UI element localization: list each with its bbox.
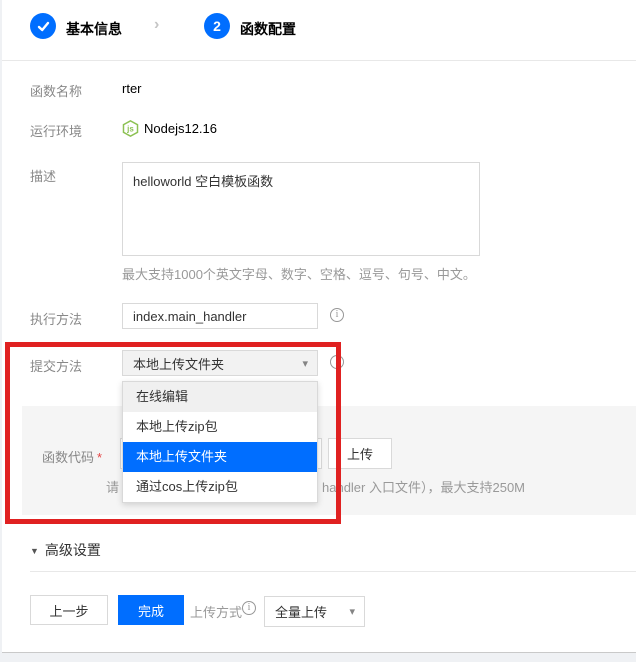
- submit-method-selected-value: 本地上传文件夹: [133, 354, 224, 373]
- advanced-settings-toggle[interactable]: ▼ 高级设置: [30, 540, 101, 560]
- runtime-value: Nodejs12.16: [144, 121, 217, 136]
- description-label: 描述: [30, 166, 56, 185]
- function-name-value: rter: [122, 81, 142, 96]
- dropdown-option-online-edit[interactable]: 在线编辑: [123, 382, 317, 412]
- submit-method-dropdown-menu: 在线编辑 本地上传zip包 本地上传文件夹 通过cos上传zip包: [122, 381, 318, 503]
- advanced-settings-label: 高级设置: [45, 542, 101, 558]
- dropdown-option-local-folder[interactable]: 本地上传文件夹: [123, 442, 317, 472]
- check-icon: [37, 20, 50, 33]
- upload-mode-select[interactable]: 全量上传 ▾: [264, 596, 365, 627]
- description-hint: 最大支持1000个英文字母、数字、空格、逗号、句号、中文。: [122, 264, 476, 283]
- nodejs-icon: js: [122, 120, 139, 137]
- footer-divider: [30, 571, 636, 572]
- upload-mode-selected-value: 全量上传: [275, 602, 327, 621]
- code-hint-right-fragment: handler 入口文件），最大支持250M: [322, 477, 525, 496]
- step2-circle: 2: [204, 13, 230, 39]
- submit-method-select[interactable]: 本地上传文件夹 ▾: [122, 350, 318, 376]
- code-hint-left-fragment: 请: [106, 477, 119, 496]
- submit-method-info-icon[interactable]: i: [330, 355, 344, 369]
- upload-mode-info-icon[interactable]: i: [242, 601, 256, 615]
- required-asterisk: *: [97, 450, 102, 465]
- triangle-down-icon: ▼: [30, 546, 39, 556]
- chevron-right-icon: ›: [154, 16, 159, 34]
- stepper-divider: [2, 60, 636, 61]
- step1-circle: [30, 13, 56, 39]
- function-config-screen: 基本信息 › 2 函数配置 函数名称 rter 运行环境 js Nodejs12…: [0, 0, 636, 662]
- handler-info-icon[interactable]: i: [330, 308, 344, 322]
- step1-label: 基本信息: [66, 19, 122, 39]
- handler-label: 执行方法: [30, 309, 82, 328]
- handler-input[interactable]: [122, 303, 318, 329]
- wizard-card: 基本信息 › 2 函数配置 函数名称 rter 运行环境 js Nodejs12…: [2, 0, 636, 653]
- submit-method-label: 提交方法: [30, 356, 82, 375]
- description-textarea[interactable]: helloworld 空白模板函数: [122, 162, 480, 256]
- dropdown-option-cos-zip[interactable]: 通过cos上传zip包: [123, 472, 317, 502]
- function-code-label: 函数代码*: [42, 447, 102, 466]
- step2-label: 函数配置: [240, 19, 296, 39]
- upload-mode-label: 上传方式: [190, 602, 242, 621]
- svg-text:js: js: [126, 125, 134, 134]
- finish-button[interactable]: 完成: [118, 595, 184, 625]
- chevron-down-icon: ▾: [302, 357, 308, 370]
- upload-button[interactable]: 上传: [328, 438, 392, 469]
- runtime-label: 运行环境: [30, 121, 82, 140]
- function-name-label: 函数名称: [30, 81, 82, 100]
- dropdown-option-local-zip[interactable]: 本地上传zip包: [123, 412, 317, 442]
- previous-step-button[interactable]: 上一步: [30, 595, 108, 625]
- chevron-down-icon: ▾: [349, 605, 355, 618]
